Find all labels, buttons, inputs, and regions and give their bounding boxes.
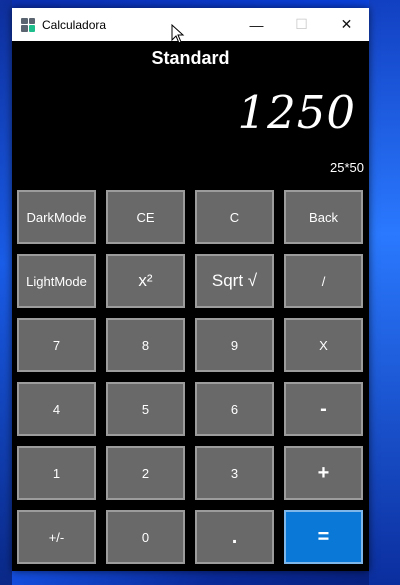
back-button[interactable]: Back [284, 190, 363, 244]
desktop-wallpaper-right [369, 0, 400, 585]
add-button[interactable]: + [284, 446, 363, 500]
title-bar[interactable]: Calculadora — ☐ ✕ [12, 8, 369, 41]
digit-2-button[interactable]: 2 [106, 446, 185, 500]
digit-9-button[interactable]: 9 [195, 318, 274, 372]
desktop-wallpaper-left [0, 0, 12, 585]
result-display: 1250 [237, 86, 356, 139]
sqrt-button[interactable]: Sqrt √ [195, 254, 274, 308]
digit-8-button[interactable]: 8 [106, 318, 185, 372]
lightmode-button[interactable]: LightMode [17, 254, 96, 308]
keypad: DarkMode CE C Back LightMode x² Sqrt √/ 7 8 9 X 4 5 6… [17, 190, 363, 564]
digit-4-button[interactable]: 4 [17, 382, 96, 436]
maximize-button[interactable]: ☐ [279, 8, 324, 41]
digit-5-button[interactable]: 5 [106, 382, 185, 436]
calculator-window: Calculadora — ☐ ✕ Standard 1250 25*50 Da… [12, 8, 369, 571]
minimize-button[interactable]: — [234, 8, 279, 41]
expression-display: 25*50 [330, 160, 364, 175]
decimal-button[interactable]: . [195, 510, 274, 564]
subtract-button[interactable]: - [284, 382, 363, 436]
window-title: Calculadora [42, 17, 107, 32]
mouse-cursor-icon [171, 24, 185, 44]
clear-button[interactable]: C [195, 190, 274, 244]
digit-3-button[interactable]: 3 [195, 446, 274, 500]
darkmode-button[interactable]: DarkMode [17, 190, 96, 244]
negate-button[interactable]: +/- [17, 510, 96, 564]
close-button[interactable]: ✕ [324, 8, 369, 41]
digit-7-button[interactable]: 7 [17, 318, 96, 372]
mode-title: Standard [151, 48, 230, 68]
equals-button[interactable]: = [284, 510, 363, 564]
window-controls: — ☐ ✕ [234, 8, 369, 41]
digit-6-button[interactable]: 6 [195, 382, 274, 436]
digit-0-button[interactable]: 0 [106, 510, 185, 564]
multiply-button[interactable]: X [284, 318, 363, 372]
clear-entry-button[interactable]: CE [106, 190, 185, 244]
square-button[interactable]: x² [106, 254, 185, 308]
digit-1-button[interactable]: 1 [17, 446, 96, 500]
divide-button[interactable]: / [284, 254, 363, 308]
calculator-icon [21, 17, 35, 32]
